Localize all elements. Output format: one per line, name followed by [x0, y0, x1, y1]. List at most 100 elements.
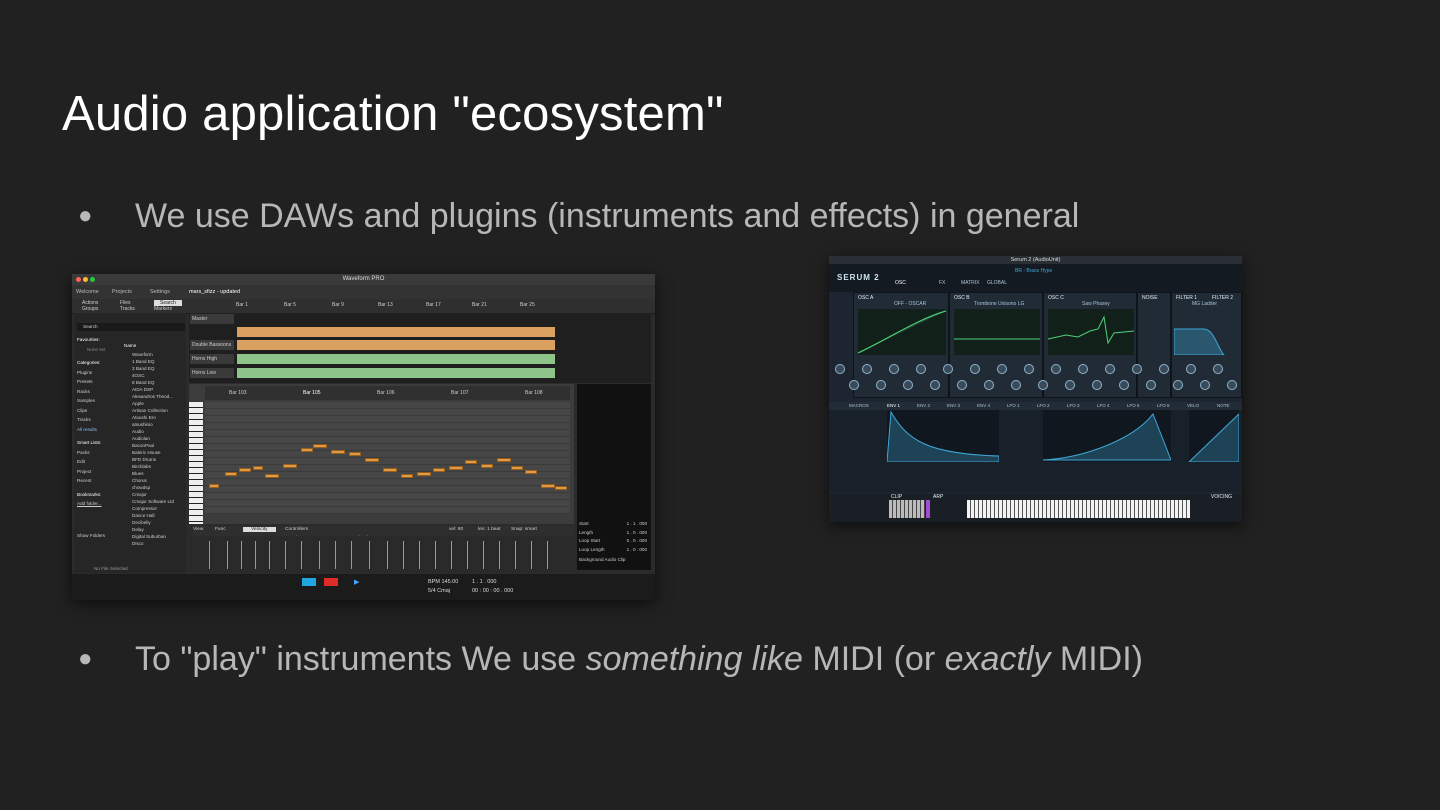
serum-knob [1037, 380, 1048, 390]
editor-bar-107: Bar 107 [451, 390, 469, 396]
serum-knob [1078, 364, 1088, 374]
none-set: None set [87, 346, 106, 352]
file-item: Alexandros Theod... [132, 393, 174, 399]
file-item: Apple [132, 400, 144, 406]
category-plugins: Plugins [77, 369, 93, 375]
file-item: Disco [132, 540, 144, 546]
daw-track-area: Master Double Bassoons Horns High Horns … [189, 313, 651, 383]
bar-label-17: Bar 17 [426, 302, 441, 308]
env-1-graph [887, 410, 999, 462]
track-horns-high: Horns High [189, 353, 651, 365]
bar-label-1: Bar 1 [236, 302, 248, 308]
track-master: Master [189, 313, 651, 325]
clip-green [237, 368, 555, 378]
bullet-2-text: To "play" instruments We use something l… [135, 640, 1143, 679]
serum-knob [1118, 380, 1129, 390]
category-samples: Samples [77, 398, 95, 403]
categories-header: Categories: [77, 360, 101, 365]
midi-note [313, 444, 327, 448]
track-name: Double Bassoons [190, 340, 234, 350]
piano-keyboard [967, 500, 1190, 518]
midi-note [481, 464, 493, 468]
add-folder-link: Add folder... [77, 501, 102, 506]
velocity-bar [515, 541, 516, 569]
velocity-bar [255, 541, 256, 569]
tab-welcome: Welcome [76, 289, 99, 295]
clip-orange [237, 327, 555, 337]
serum-knob [1051, 364, 1061, 374]
tool-velocity: Velocity [243, 527, 276, 532]
midi-note [239, 468, 251, 472]
velocity-bar [241, 541, 242, 569]
category-tracks: Tracks [77, 417, 91, 422]
velocity-bar [419, 541, 420, 569]
clip-length: Length 1 . 0 . 000 [579, 529, 647, 538]
editor-bar-108: Bar 108 [525, 390, 543, 396]
serum-knob [943, 364, 953, 374]
lfo-1-graph [1043, 410, 1171, 462]
serum-mod-tab: LFO 3 [1067, 403, 1080, 408]
daw-tabs: Welcome Projects Settings mars_sfizz - u… [72, 285, 655, 299]
bullet-dot: ● [78, 202, 93, 229]
signature-value: 5/4 Cmaj [428, 588, 451, 594]
serum-knob [1132, 364, 1142, 374]
serum-tab-global: GLOBAL [987, 280, 1008, 286]
favourites-header: Favourites: [77, 337, 100, 342]
category-all: All results [77, 426, 97, 432]
track-horns-low: Horns Low [189, 367, 651, 379]
midi-note [265, 474, 279, 478]
midi-note [497, 458, 511, 462]
slide-title: Audio application "ecosystem" [62, 87, 724, 141]
serum-header: SERUM 2 OSC FX MATRIX GLOBAL BR - Brass … [829, 264, 1242, 292]
midi-note [525, 470, 537, 474]
daw-window-title: Waveform PRO [342, 276, 385, 282]
serum-knob [1091, 380, 1102, 390]
tool-func: Func [215, 527, 226, 532]
file-item: Cmajor [132, 491, 147, 497]
noise-label: NOISE [1142, 295, 1158, 301]
serum-knob [875, 380, 886, 390]
serum-knob [929, 380, 940, 390]
smart-packs: Packs [77, 449, 90, 455]
serum-logo: SERUM 2 [837, 273, 880, 282]
midi-note [433, 468, 445, 472]
editor-bar-103: Bar 103 [229, 390, 247, 396]
bpm-value: BPM 145.00 [428, 579, 459, 585]
file-item: AIDA DSP [132, 386, 154, 392]
browser-tab-markers: Markers [154, 306, 173, 312]
file-item: atsushinio [132, 421, 153, 427]
bar-label-5: Bar 5 [284, 302, 296, 308]
tool-vel: vel: 80 [449, 527, 464, 532]
clip-footer: Background Audio Clip [579, 557, 626, 562]
serum-knob [997, 364, 1007, 374]
velocity-bar [403, 541, 404, 569]
velocity-bar [269, 541, 270, 569]
osc-a-label: OSC A [858, 295, 874, 301]
midi-note [331, 450, 345, 454]
editor-ruler: Bar 103 Bar 105 Bar 106 Bar 107 Bar 108 [205, 386, 570, 400]
midi-note [511, 466, 523, 470]
file-item: Cmajor Software Ltd [132, 498, 174, 504]
filter-curve [1174, 328, 1225, 355]
smart-lists-header: Smart Lists: [77, 440, 102, 445]
file-item: Atoushi Ero [132, 414, 156, 420]
clip-loop-start: Loop Start 0 . 0 . 000 [579, 537, 647, 546]
clip-loop-length: Loop Length 1 . 0 . 000 [579, 546, 647, 555]
file-item: Digital Suburban [132, 533, 166, 539]
record-mode-button [302, 578, 316, 586]
osc-a-waveform [858, 309, 946, 355]
browser-tab-tracks: Tracks [120, 306, 135, 312]
osc-c-label: OSC C [1048, 295, 1064, 301]
loop-start-value: 0 . 0 . 000 [626, 538, 647, 543]
velocity-bar [227, 541, 228, 569]
serum-knob [983, 380, 994, 390]
bullet-2-part-c: MIDI (or [802, 640, 945, 678]
bar-label-13: Bar 13 [378, 302, 393, 308]
tool-len: len: 1 beat [478, 527, 501, 532]
velocity-bar [531, 541, 532, 569]
serum-knob [1145, 380, 1156, 390]
serum-knob [1172, 380, 1183, 390]
daw-screenshot: Waveform PRO Welcome Projects Settings m… [72, 274, 655, 600]
serum-screenshot: Serum 2 (AudioUnit) SERUM 2 OSC FX MATRI… [829, 256, 1242, 522]
no-file-selected: No File Selected [94, 566, 128, 571]
